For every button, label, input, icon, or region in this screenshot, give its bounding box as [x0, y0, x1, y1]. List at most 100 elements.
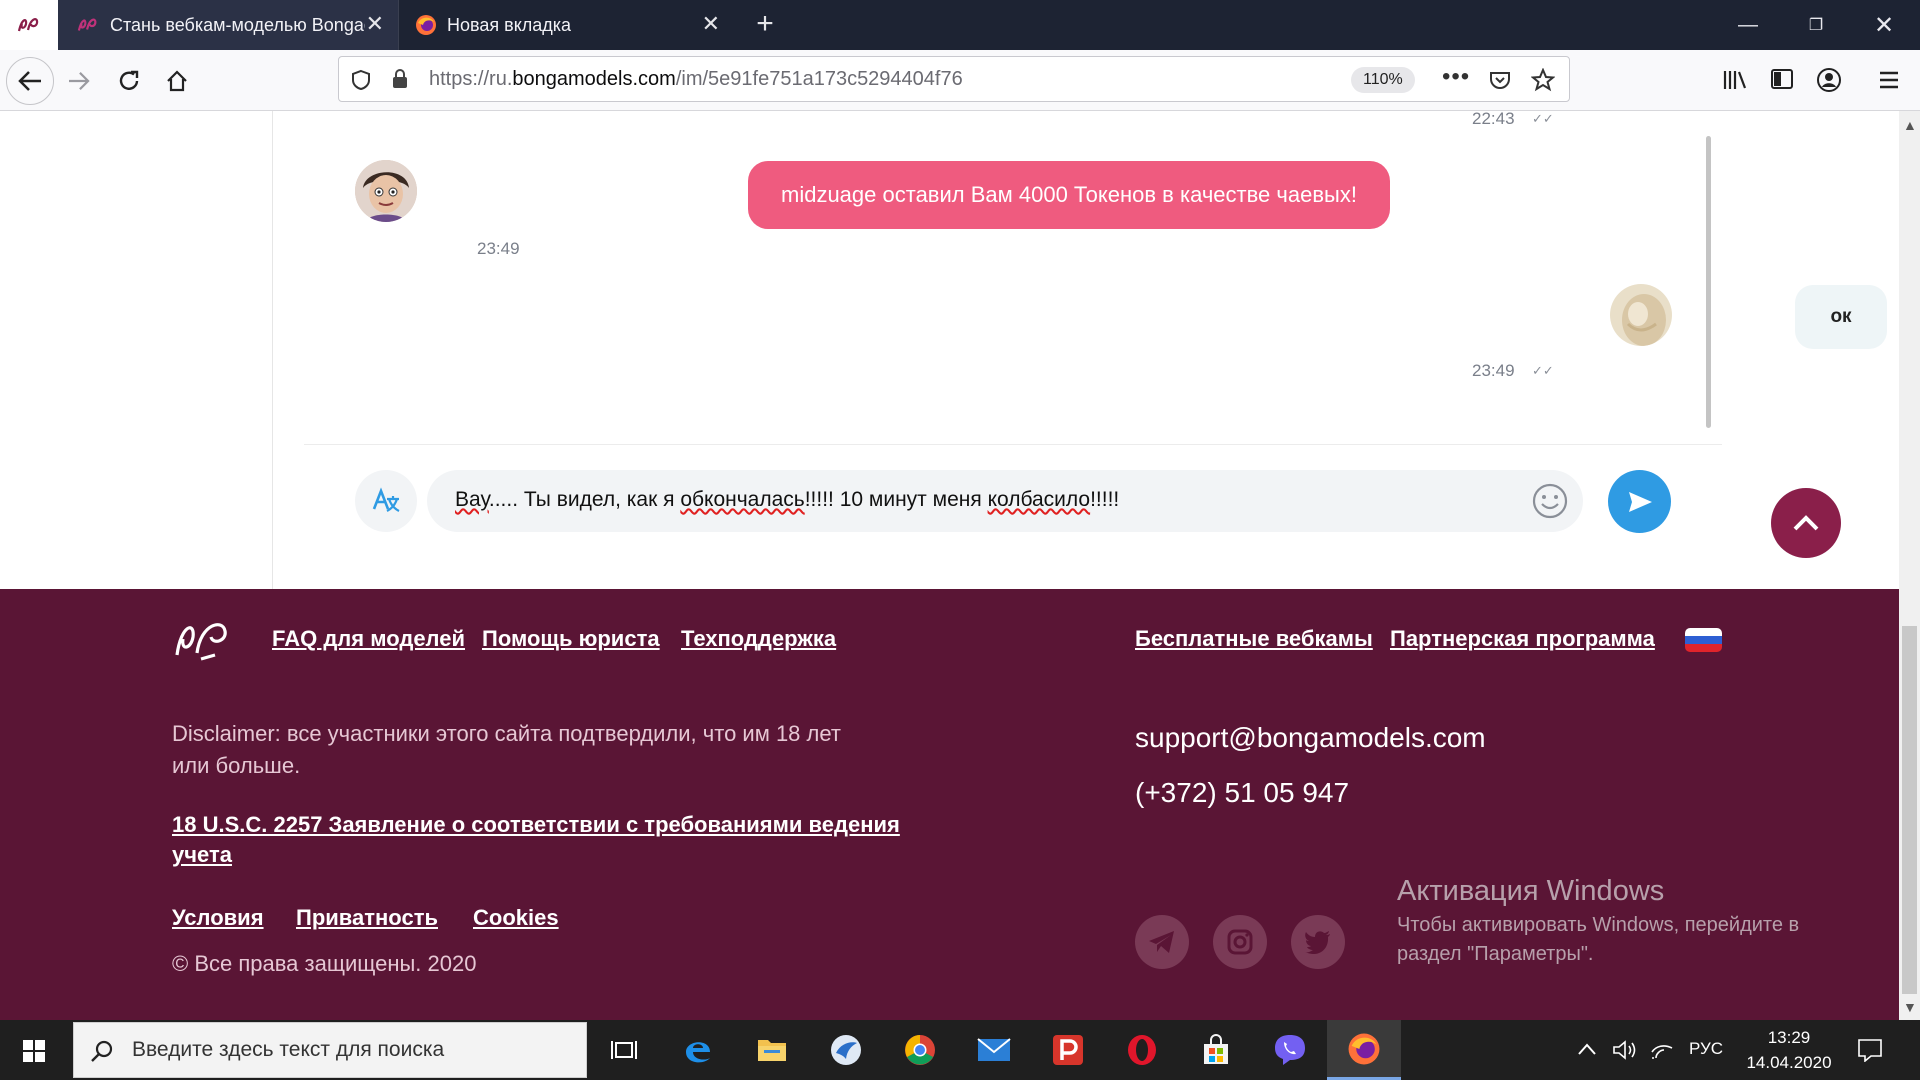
volume-icon[interactable]: [1612, 1039, 1638, 1061]
footer-link-faq[interactable]: FAQ для моделей: [272, 626, 465, 652]
task-view-button[interactable]: [587, 1020, 661, 1080]
footer-link-affiliate[interactable]: Партнерская программа: [1390, 626, 1655, 652]
back-button[interactable]: [6, 57, 54, 105]
network-icon[interactable]: [1650, 1040, 1674, 1060]
edge-app-button[interactable]: [661, 1020, 735, 1080]
sender-avatar[interactable]: [355, 160, 417, 222]
new-tab-plus-icon[interactable]: +: [748, 8, 782, 42]
telegram-button[interactable]: [1135, 915, 1189, 969]
russian-flag-icon[interactable]: [1685, 628, 1722, 652]
opera-button[interactable]: [1105, 1020, 1179, 1080]
footer-link-lawyer-help[interactable]: Помощь юриста: [482, 626, 660, 652]
chrome-button[interactable]: [883, 1020, 957, 1080]
zoom-level-badge[interactable]: 110%: [1351, 67, 1415, 93]
tab-new-tab[interactable]: Новая вкладка ✕: [398, 0, 734, 50]
presentation-app-button[interactable]: [1031, 1020, 1105, 1080]
input-language[interactable]: РУС: [1689, 1039, 1723, 1059]
close-tab-icon[interactable]: ✕: [366, 13, 384, 35]
notifications-icon[interactable]: [1857, 1038, 1883, 1062]
message-input[interactable]: Вау..... Ты видел, как я обкончалась!!!!…: [427, 470, 1583, 532]
footer-link-cookies[interactable]: Cookies: [473, 905, 559, 931]
scroll-up-arrow-icon[interactable]: ▲: [1903, 117, 1917, 133]
message-time: 23:49: [477, 239, 520, 258]
activation-line: Чтобы активировать Windows, перейдите в: [1397, 914, 1800, 936]
navigation-toolbar: https://ru.bongamodels.com/im/5e91fe751a…: [0, 50, 1920, 111]
misspelled-word: колбасило: [987, 488, 1091, 511]
hamburger-menu-icon[interactable]: [1878, 70, 1900, 90]
sidebar-toggle-icon[interactable]: [1770, 68, 1794, 90]
url-domain: bongamodels.com: [512, 68, 676, 90]
page-scrollbar-thumb[interactable]: [1902, 626, 1917, 994]
translate-button[interactable]: [355, 470, 417, 532]
instagram-button[interactable]: [1213, 915, 1267, 969]
home-button[interactable]: [160, 64, 194, 98]
tab-bongamodels[interactable]: Стань вебкам-моделью Bongac ✕: [58, 0, 398, 50]
support-phone[interactable]: (+372) 51 05 947: [1135, 777, 1349, 809]
misspelled-word: Вау: [455, 488, 489, 511]
footer-link-support[interactable]: Техподдержка: [681, 626, 836, 652]
forward-button[interactable]: [62, 64, 96, 98]
disclaimer-line: или больше.: [172, 753, 301, 778]
system-clock[interactable]: 13:29 14.04.2020: [1741, 1025, 1837, 1075]
library-icon[interactable]: [1722, 68, 1748, 92]
url-text[interactable]: https://ru.bongamodels.com/im/5e91fe751a…: [429, 68, 963, 91]
misspelled-word: обкончалась: [680, 488, 805, 511]
windows-start-icon[interactable]: [22, 1039, 46, 1063]
disclaimer-text: Disclaimer: все участники этого сайта по…: [172, 721, 841, 779]
footer-link-2257-statement[interactable]: 18 U.S.C. 2257 Заявление о соответствии …: [172, 810, 900, 870]
minimize-icon[interactable]: —: [1714, 0, 1782, 50]
bonga-footer-logo[interactable]: [171, 615, 237, 663]
p-app-icon: [1053, 1035, 1083, 1065]
instagram-icon: [1227, 929, 1253, 955]
chevron-up-tray-icon[interactable]: [1577, 1042, 1597, 1056]
footer-link-privacy[interactable]: Приватность: [296, 905, 438, 931]
firefox-icon: [416, 15, 436, 35]
shield-icon[interactable]: [351, 69, 371, 91]
tab-strip: Стань вебкам-моделью Bongac ✕ Новая вкла…: [0, 0, 1920, 50]
send-button[interactable]: [1608, 470, 1671, 533]
pinned-tab-bongacams[interactable]: [0, 0, 58, 50]
account-icon[interactable]: [1816, 67, 1842, 93]
opera-icon: [1128, 1035, 1156, 1065]
footer-link-free-webcams[interactable]: Бесплатные вебкамы: [1135, 626, 1373, 652]
search-icon: [91, 1040, 113, 1062]
arrow-left-icon: [18, 71, 41, 91]
my-avatar[interactable]: [1610, 284, 1672, 346]
arrow-right-icon: [69, 72, 90, 90]
chat-messages-area: 22:43 ✓✓ midzuage оставил Вам 4000 Токен…: [304, 109, 1887, 444]
firefox-taskbar-button[interactable]: [1327, 1020, 1401, 1080]
close-window-icon[interactable]: ✕: [1850, 0, 1918, 50]
reload-button[interactable]: [112, 64, 146, 98]
viber-button[interactable]: [1253, 1020, 1327, 1080]
tab-title: Стань вебкам-моделью Bongac: [110, 14, 365, 35]
twitter-button[interactable]: [1291, 915, 1345, 969]
support-email[interactable]: support@bongamodels.com: [1135, 722, 1486, 754]
usc-line: 18 U.S.C. 2257 Заявление о соответствии …: [172, 812, 900, 837]
mail-client-button[interactable]: [809, 1020, 883, 1080]
bookmark-star-icon[interactable]: [1531, 68, 1555, 92]
read-checkmark-icon: ✓✓: [1532, 111, 1554, 126]
url-bar[interactable]: https://ru.bongamodels.com/im/5e91fe751a…: [338, 56, 1570, 102]
restore-icon[interactable]: ❐: [1782, 0, 1850, 50]
home-icon: [167, 70, 187, 92]
footer-link-terms[interactable]: Условия: [172, 905, 264, 931]
pocket-icon[interactable]: [1489, 69, 1511, 91]
page-actions-menu-icon[interactable]: •••: [1442, 63, 1470, 91]
page-scrollbar[interactable]: ▲ ▼: [1899, 111, 1920, 1020]
close-tab-icon[interactable]: ✕: [702, 13, 720, 35]
windows-activation-watermark: Активация Windows Чтобы активировать Win…: [1397, 875, 1799, 966]
mail-app-button[interactable]: [957, 1020, 1031, 1080]
copyright-text: © Все права защищены. 2020: [172, 951, 477, 976]
usc-line: учета: [172, 842, 232, 867]
scroll-down-arrow-icon[interactable]: ▼: [1903, 999, 1917, 1015]
chrome-icon: [905, 1035, 935, 1065]
store-button[interactable]: [1179, 1020, 1253, 1080]
file-explorer-button[interactable]: [735, 1020, 809, 1080]
chat-scrollbar-thumb[interactable]: [1706, 136, 1711, 428]
lock-icon[interactable]: [391, 68, 409, 90]
draft-text: !!!!! 10 минут меня: [804, 488, 988, 511]
scroll-to-top-button[interactable]: [1771, 488, 1841, 558]
taskbar-search-box[interactable]: Введите здесь текст для поиска: [73, 1022, 587, 1078]
bonga-logo-icon: [17, 18, 39, 32]
emoji-smile-icon[interactable]: [1532, 483, 1568, 519]
